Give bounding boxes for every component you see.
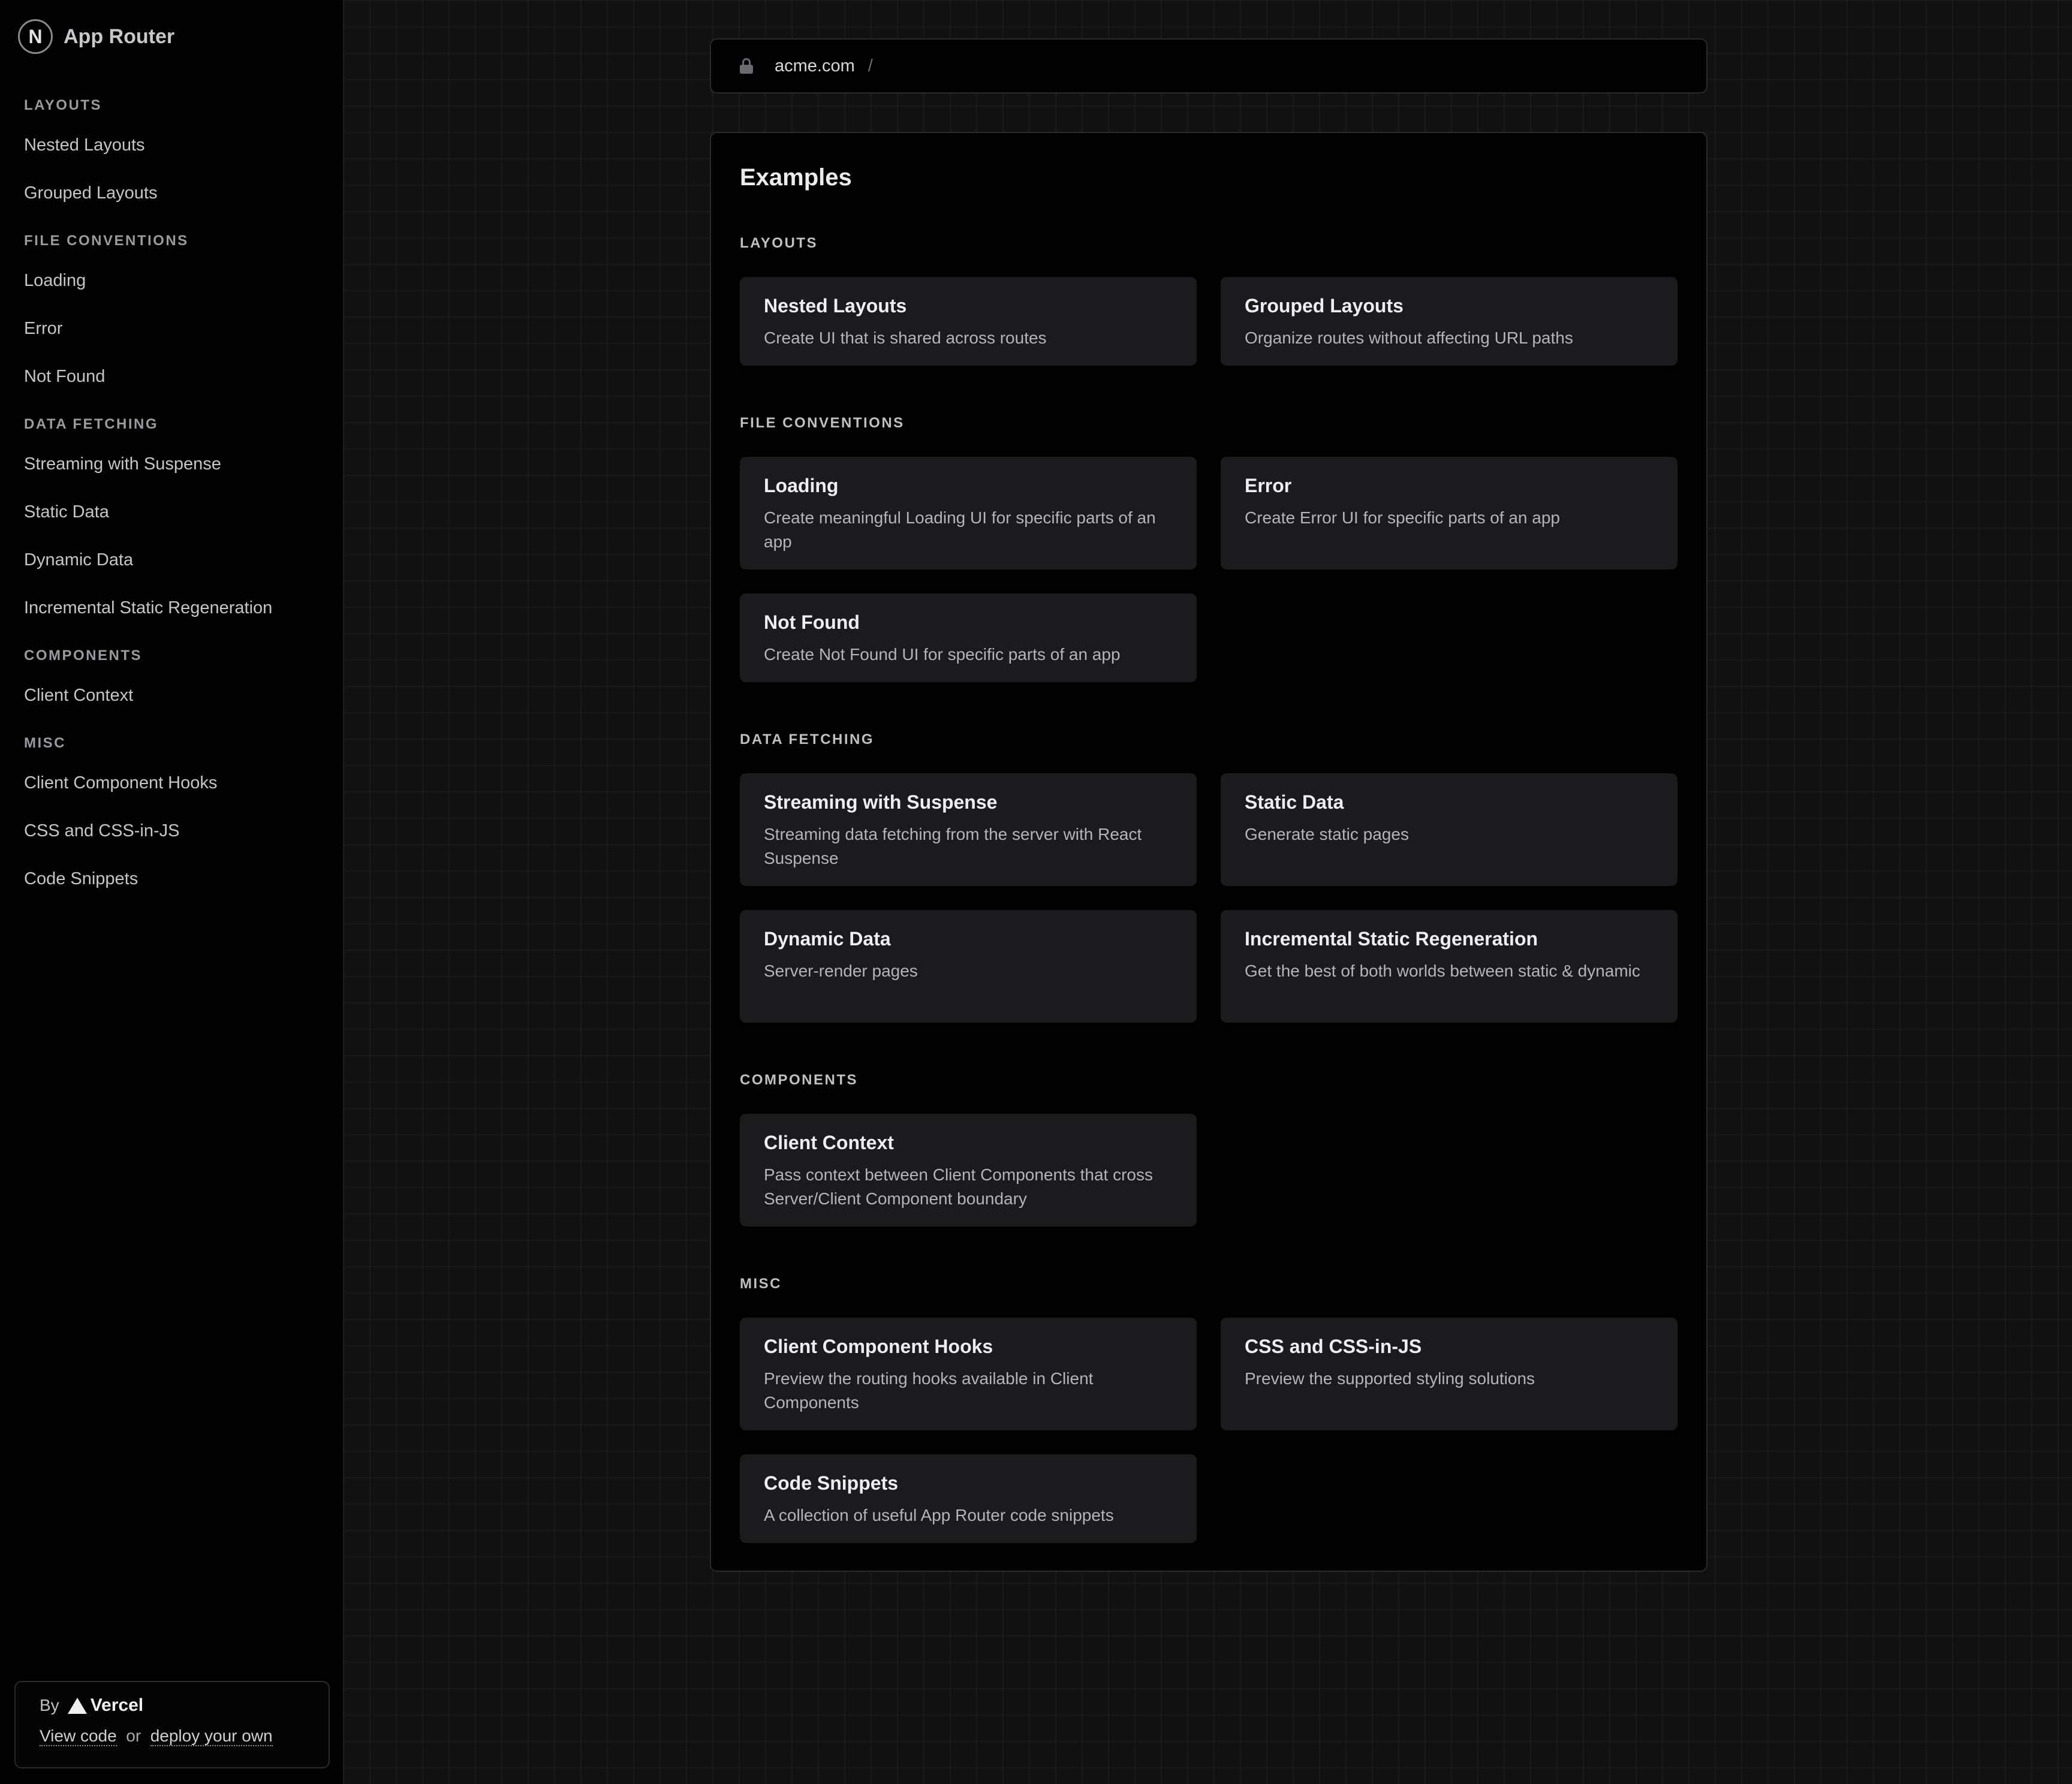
section-heading-components: COMPONENTS <box>740 1072 859 1088</box>
sidebar-item-not-found[interactable]: Not Found <box>24 364 336 388</box>
app-title: App Router <box>64 25 175 48</box>
sidebar-item-dynamic-data[interactable]: Dynamic Data <box>24 548 336 572</box>
sidebar-item-error[interactable]: Error <box>24 317 336 340</box>
card-title: Loading <box>764 475 839 496</box>
card-description: Preview the routing hooks available in C… <box>764 1369 1094 1412</box>
vercel-logo-icon <box>67 1697 87 1714</box>
sidebar-item-code-snippets[interactable]: Code Snippets <box>24 867 336 891</box>
section-heading-misc: MISC <box>740 1276 782 1292</box>
card-title: Not Found <box>764 611 860 633</box>
card-title: Client Context <box>764 1132 894 1153</box>
card-title: Grouped Layouts <box>1245 295 1404 317</box>
card-description: Organize routes without affecting URL pa… <box>1245 329 1573 347</box>
card-description: Generate static pages <box>1245 825 1409 843</box>
sidebar-nav: LAYOUTS Nested Layouts Grouped Layouts F… <box>24 96 336 917</box>
nav-group-components: COMPONENTS Client Context <box>24 646 336 707</box>
sidebar-item-grouped-layouts[interactable]: Grouped Layouts <box>24 181 336 205</box>
sidebar-item-client-context[interactable]: Client Context <box>24 683 336 707</box>
examples-panel: Examples LAYOUTS Nested Layouts Create U… <box>710 132 1707 1572</box>
card-description: Pass context between Client Components t… <box>764 1165 1154 1208</box>
by-vercel[interactable]: By Vercel <box>40 1695 305 1716</box>
section-heading-layouts: LAYOUTS <box>740 235 818 251</box>
card-client-context[interactable]: Client Context Pass context between Clie… <box>740 1114 1197 1226</box>
card-description: Create UI that is shared across routes <box>764 329 1047 347</box>
byline-links: View code or deploy your own <box>40 1726 305 1746</box>
sidebar: N App Router LAYOUTS Nested Layouts Grou… <box>0 0 344 1784</box>
address-domain[interactable]: acme.com <box>775 56 855 76</box>
nav-group-data-fetching: DATA FETCHING Streaming with Suspense St… <box>24 415 336 620</box>
nav-group-layouts: LAYOUTS Nested Layouts Grouped Layouts <box>24 96 336 205</box>
sidebar-item-nested-layouts[interactable]: Nested Layouts <box>24 133 336 157</box>
lock-icon <box>740 58 753 74</box>
sidebar-item-client-component-hooks[interactable]: Client Component Hooks <box>24 771 336 795</box>
card-static-data[interactable]: Static Data Generate static pages <box>1221 773 1678 886</box>
nav-group-file-conventions: FILE CONVENTIONS Loading Error Not Found <box>24 231 336 388</box>
card-loading[interactable]: Loading Create meaningful Loading UI for… <box>740 457 1197 569</box>
section-heading-data-fetching: DATA FETCHING <box>740 731 875 748</box>
nav-heading: LAYOUTS <box>24 97 102 113</box>
card-nested-layouts[interactable]: Nested Layouts Create UI that is shared … <box>740 277 1197 366</box>
card-title: Streaming with Suspense <box>764 791 998 813</box>
deploy-link[interactable]: deploy your own <box>150 1726 273 1746</box>
card-title: CSS and CSS-in-JS <box>1245 1336 1422 1357</box>
card-title: Dynamic Data <box>764 928 891 950</box>
card-description: Create Error UI for specific parts of an… <box>1245 508 1560 527</box>
nav-heading: MISC <box>24 735 66 751</box>
card-dynamic-data[interactable]: Dynamic Data Server-render pages <box>740 910 1197 1023</box>
card-grouped-layouts[interactable]: Grouped Layouts Organize routes without … <box>1221 277 1678 366</box>
page-title: Examples <box>740 164 852 191</box>
card-streaming[interactable]: Streaming with Suspense Streaming data f… <box>740 773 1197 886</box>
nav-heading: COMPONENTS <box>24 647 143 664</box>
breadcrumb-separator: / <box>868 56 873 76</box>
view-code-link[interactable]: View code <box>40 1726 117 1746</box>
card-title: Client Component Hooks <box>764 1336 993 1357</box>
card-title: Static Data <box>1245 791 1344 813</box>
sidebar-item-isr[interactable]: Incremental Static Regeneration <box>24 596 336 620</box>
card-client-component-hooks[interactable]: Client Component Hooks Preview the routi… <box>740 1318 1197 1430</box>
sidebar-item-css[interactable]: CSS and CSS-in-JS <box>24 819 336 843</box>
nav-group-misc: MISC Client Component Hooks CSS and CSS-… <box>24 734 336 891</box>
card-not-found[interactable]: Not Found Create Not Found UI for specif… <box>740 593 1197 682</box>
card-isr[interactable]: Incremental Static Regeneration Get the … <box>1221 910 1678 1023</box>
card-description: Preview the supported styling solutions <box>1245 1369 1535 1388</box>
card-description: A collection of useful App Router code s… <box>764 1506 1114 1524</box>
section-heading-file-conventions: FILE CONVENTIONS <box>740 415 905 431</box>
or-text: or <box>121 1726 146 1745</box>
sidebar-item-loading[interactable]: Loading <box>24 269 336 293</box>
address-bar[interactable]: acme.com / <box>710 38 1707 94</box>
by-label: By <box>40 1696 59 1714</box>
brand[interactable]: N App Router <box>18 19 174 54</box>
card-description: Create Not Found UI for specific parts o… <box>764 645 1121 664</box>
card-description: Streaming data fetching from the server … <box>764 825 1142 867</box>
card-description: Get the best of both worlds between stat… <box>1245 962 1640 980</box>
sidebar-item-streaming[interactable]: Streaming with Suspense <box>24 452 336 476</box>
sidebar-item-static-data[interactable]: Static Data <box>24 500 336 524</box>
nav-heading: DATA FETCHING <box>24 416 159 432</box>
card-title: Code Snippets <box>764 1472 899 1494</box>
byline-card: By Vercel View code or deploy your own <box>14 1681 330 1768</box>
card-title: Incremental Static Regeneration <box>1245 928 1538 950</box>
card-css[interactable]: CSS and CSS-in-JS Preview the supported … <box>1221 1318 1678 1430</box>
card-description: Create meaningful Loading UI for specifi… <box>764 508 1156 551</box>
nextjs-logo-icon: N <box>18 19 53 54</box>
card-title: Nested Layouts <box>764 295 907 317</box>
nav-heading: FILE CONVENTIONS <box>24 233 189 249</box>
card-description: Server-render pages <box>764 962 918 980</box>
card-error[interactable]: Error Create Error UI for specific parts… <box>1221 457 1678 569</box>
vercel-wordmark: Vercel <box>90 1695 144 1715</box>
card-title: Error <box>1245 475 1292 496</box>
card-code-snippets[interactable]: Code Snippets A collection of useful App… <box>740 1454 1197 1543</box>
